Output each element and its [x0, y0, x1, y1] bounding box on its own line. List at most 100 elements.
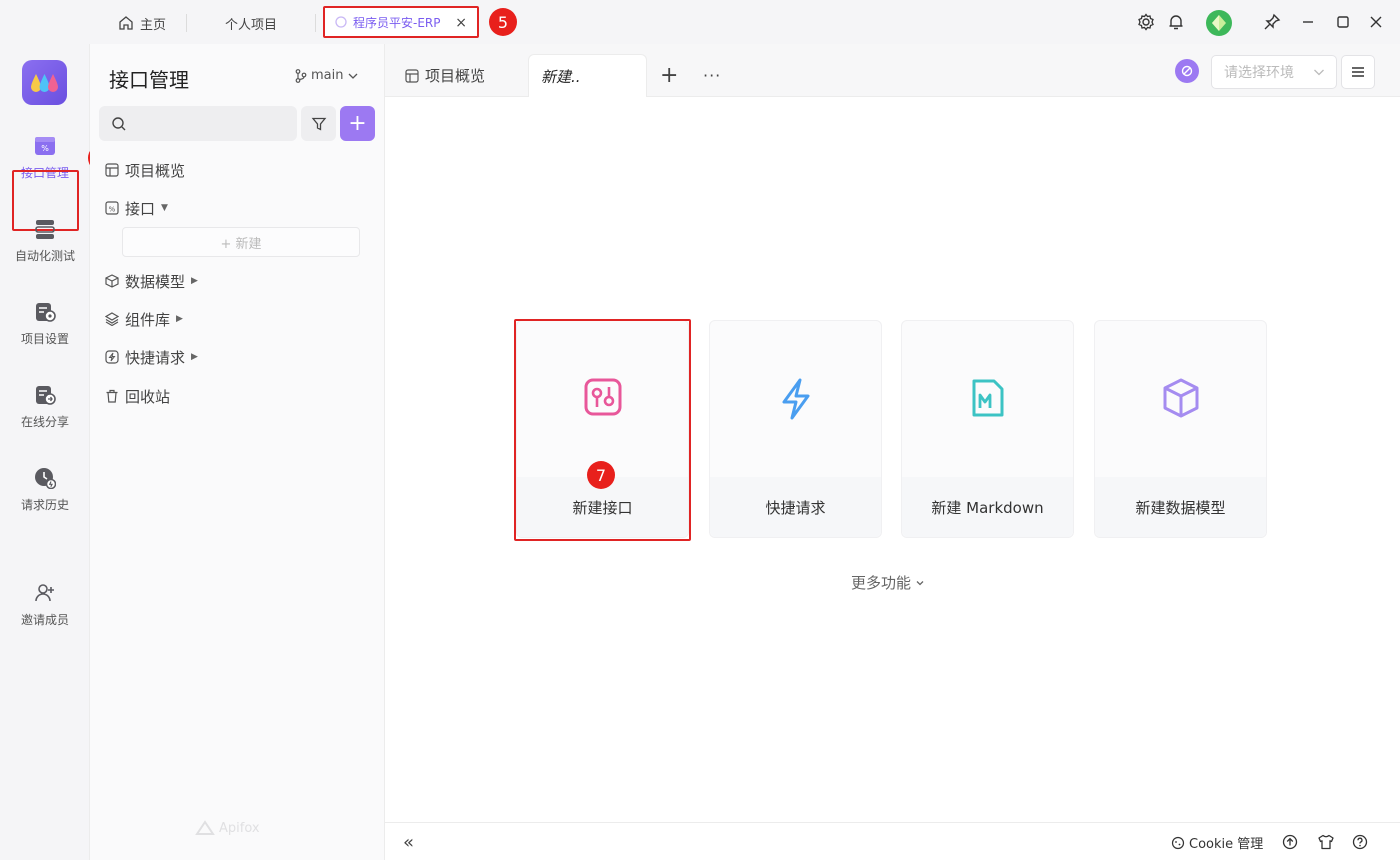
rail-item-request-history[interactable]: 请求历史 — [0, 466, 90, 526]
tab-project-overview[interactable]: 项目概览 — [405, 54, 485, 97]
pin-icon[interactable] — [1262, 12, 1282, 32]
sync-icon[interactable] — [1175, 59, 1199, 83]
app-logo — [22, 60, 67, 105]
rail-item-label: 请求历史 — [20, 498, 69, 512]
svg-text:%: % — [109, 206, 116, 214]
rail-item-invite-members[interactable]: 邀请成员 — [0, 581, 90, 641]
tab-home[interactable]: 主页 — [118, 8, 166, 38]
rail-item-online-share[interactable]: 在线分享 — [0, 383, 90, 443]
help-icon[interactable] — [1351, 833, 1369, 851]
collapse-sidebar-button[interactable]: « — [403, 832, 414, 853]
card-label: 新建 Markdown — [902, 477, 1073, 537]
tree-item-label: 数据模型 — [125, 272, 186, 291]
card-label: 快捷请求 — [710, 477, 881, 537]
gear-icon[interactable] — [1136, 12, 1156, 32]
card-new-data-model[interactable]: 新建数据模型 — [1094, 320, 1267, 538]
chevron-down-icon — [915, 578, 925, 588]
editor-tab-bar: 项目概览 新建.. + ··· 请选择环境 — [385, 44, 1400, 97]
markdown-icon — [902, 377, 1073, 425]
lightning-icon — [104, 349, 120, 365]
menu-icon — [1350, 65, 1366, 79]
window-close-icon[interactable] — [1366, 12, 1386, 32]
divider — [315, 14, 316, 32]
shirt-icon[interactable] — [1317, 833, 1335, 851]
search-box[interactable] — [99, 106, 297, 141]
add-button[interactable]: + — [340, 106, 375, 141]
minimize-icon[interactable] — [1298, 12, 1318, 32]
more-tabs-button[interactable]: ··· — [703, 54, 721, 97]
rail-item-label: 邀请成员 — [20, 613, 69, 627]
more-features-label: 更多功能 — [851, 574, 912, 592]
home-icon — [118, 15, 134, 31]
more-features-button[interactable]: 更多功能 — [851, 572, 925, 593]
tree-item-quick-requests[interactable]: 快捷请求 ▶ — [104, 346, 198, 368]
upload-icon[interactable] — [1281, 833, 1299, 851]
chevron-down-icon — [1312, 65, 1326, 79]
tree-item-api[interactable]: % 接口 ▼ — [104, 197, 168, 219]
bell-icon[interactable] — [1166, 12, 1186, 32]
automation-icon — [33, 217, 57, 241]
project-logo-icon — [335, 16, 347, 28]
environment-select[interactable]: 请选择环境 — [1211, 55, 1337, 89]
card-new-markdown[interactable]: 新建 Markdown — [901, 320, 1074, 538]
environment-placeholder: 请选择环境 — [1224, 65, 1294, 81]
caret-right-icon[interactable]: ▶ — [176, 314, 183, 324]
tree-item-components[interactable]: 组件库 ▶ — [104, 308, 183, 330]
tab-personal-projects[interactable]: 个人项目 — [225, 8, 277, 38]
tab-new[interactable]: 新建.. — [528, 54, 647, 97]
tab-project[interactable]: 程序员平安-ERP × — [323, 6, 479, 38]
environment-menu-button[interactable] — [1341, 55, 1375, 89]
branch-selector[interactable]: main — [295, 68, 359, 83]
highlight-box — [514, 319, 691, 541]
layers-icon — [104, 311, 120, 327]
cookie-icon — [1171, 836, 1185, 850]
close-icon[interactable]: × — [455, 15, 467, 31]
caret-right-icon[interactable]: ▶ — [191, 276, 198, 286]
overview-icon — [405, 68, 419, 83]
settings-doc-icon — [33, 300, 57, 324]
new-api-button[interactable]: + 新建 — [122, 227, 360, 257]
avatar[interactable] — [1206, 10, 1232, 36]
tab-label: 项目概览 — [425, 67, 486, 85]
rail-item-label: 项目设置 — [20, 332, 69, 346]
card-label: 新建数据模型 — [1095, 477, 1266, 537]
rail-item-automation[interactable]: 自动化测试 — [0, 217, 90, 277]
lightning-icon — [710, 377, 881, 425]
tab-label: 新建.. — [541, 67, 581, 86]
card-quick-request[interactable]: 快捷请求 — [709, 320, 882, 538]
filter-icon — [311, 116, 327, 132]
title-bar: 主页 个人项目 程序员平安-ERP × 5 — [0, 0, 1400, 44]
tree-item-label: 组件库 — [125, 310, 171, 329]
tree-item-label: 接口 — [125, 199, 156, 218]
tree-item-overview[interactable]: 项目概览 — [104, 159, 185, 181]
watermark-logo: Apifox — [195, 820, 260, 836]
tree-item-recycle-bin[interactable]: 回收站 — [104, 385, 170, 407]
cookie-manager-button[interactable]: Cookie 管理 — [1171, 833, 1263, 852]
rail-item-label: 自动化测试 — [14, 249, 75, 263]
watermark-text: Apifox — [219, 820, 260, 836]
tab-personal-label: 个人项目 — [225, 17, 278, 33]
search-input[interactable] — [133, 116, 293, 131]
maximize-icon[interactable] — [1333, 12, 1353, 32]
tree-item-label: 回收站 — [125, 387, 171, 406]
rail-item-label: 在线分享 — [20, 415, 69, 429]
filter-button[interactable] — [301, 106, 336, 141]
sidebar-title: 接口管理 — [109, 68, 189, 92]
tree-item-data-models[interactable]: 数据模型 ▶ — [104, 270, 198, 292]
divider — [186, 14, 187, 32]
api-icon: % — [104, 200, 120, 216]
caret-down-icon[interactable]: ▼ — [161, 203, 168, 213]
cube-icon — [104, 273, 120, 289]
annotation-badge-5: 5 — [489, 8, 517, 36]
add-tab-button[interactable]: + — [660, 54, 678, 97]
tree-item-label: 项目概览 — [125, 161, 186, 180]
caret-right-icon[interactable]: ▶ — [191, 352, 198, 362]
trash-icon — [104, 388, 120, 404]
left-rail: % 接口管理 6 自动化测试 项目设置 在线分享 请求历史 邀请成员 — [0, 44, 116, 860]
cube-icon — [1095, 377, 1266, 425]
annotation-badge-7: 7 — [587, 461, 615, 489]
overview-icon — [104, 162, 120, 178]
plus-icon: + — [348, 111, 367, 136]
rail-item-project-settings[interactable]: 项目设置 — [0, 300, 90, 360]
tab-project-label: 程序员平安-ERP — [353, 15, 441, 30]
